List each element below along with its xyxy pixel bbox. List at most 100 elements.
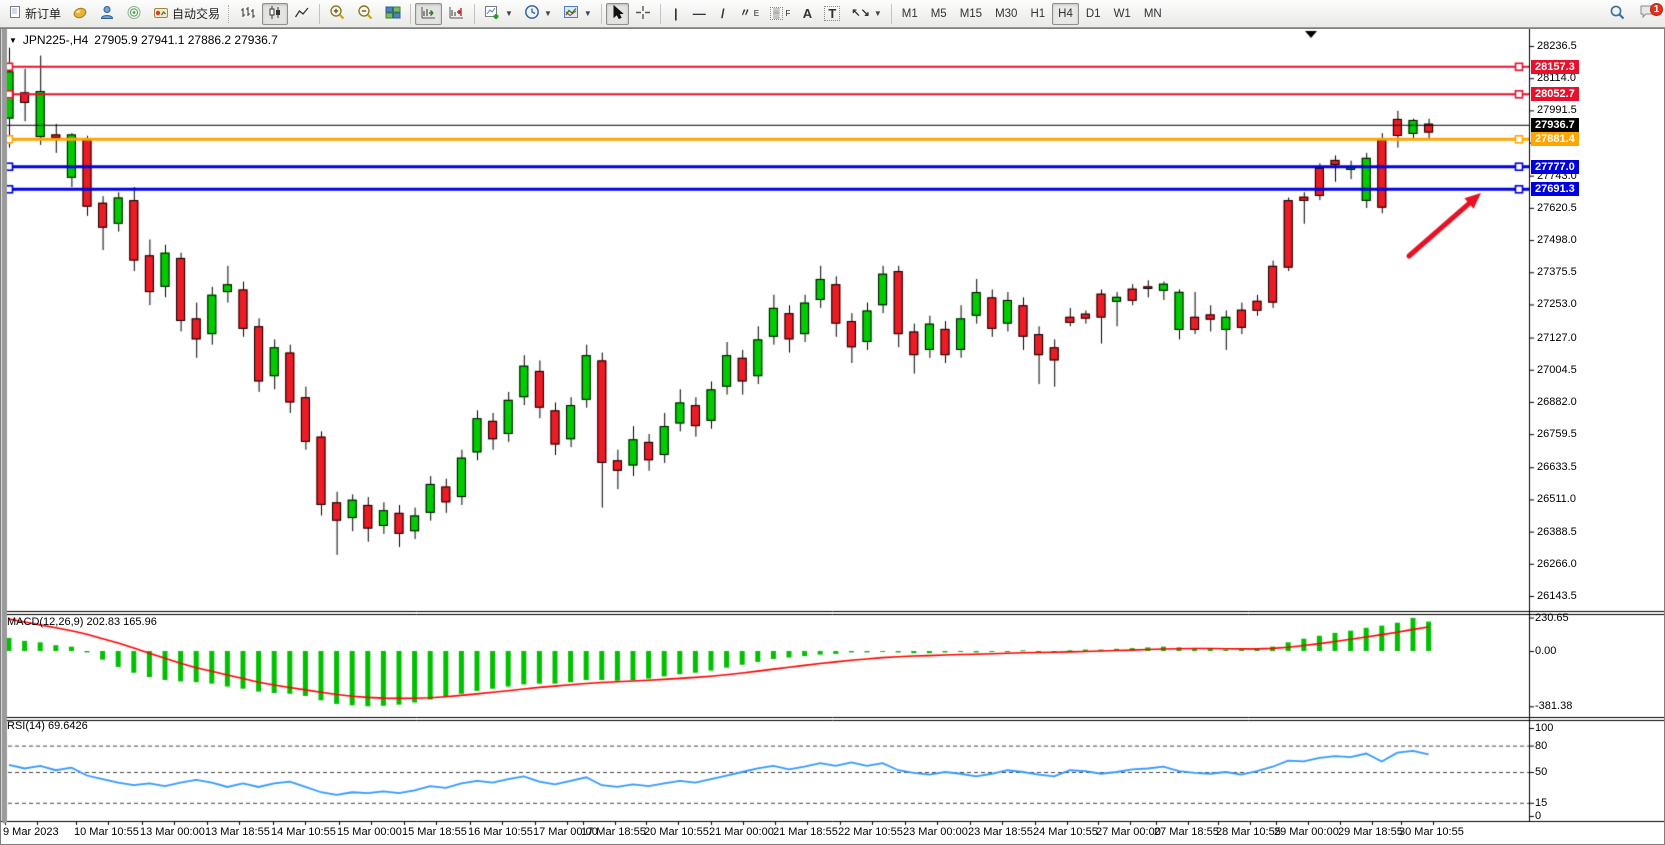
community-person-icon bbox=[99, 5, 115, 23]
time-axis-label: 15 Mar 00:00 bbox=[337, 826, 402, 838]
time-axis-label: 24 Mar 10:55 bbox=[1033, 826, 1098, 838]
new-order-button[interactable]: 新订单 bbox=[4, 3, 66, 25]
chart-collapse-icon[interactable]: ▼ bbox=[9, 36, 17, 45]
macd-tick-label: 230.65 bbox=[1535, 612, 1569, 624]
timeframe-m15-button[interactable]: M15 bbox=[954, 3, 988, 25]
time-axis-label: 13 Mar 18:55 bbox=[205, 826, 270, 838]
price-tick-label: 27620.5 bbox=[1537, 202, 1577, 214]
timeframe-m1-button[interactable]: M1 bbox=[896, 3, 924, 25]
fibonacci-icon: ▒ bbox=[770, 7, 782, 20]
zoom-out-icon bbox=[357, 4, 374, 23]
price-level-badge[interactable]: 27777.0 bbox=[1531, 160, 1579, 174]
chart-canvas[interactable] bbox=[1, 29, 1664, 844]
price-tick-label: 26143.5 bbox=[1537, 590, 1577, 602]
zoom-out-button[interactable] bbox=[352, 3, 379, 25]
time-axis-label: 29 Mar 00:00 bbox=[1274, 826, 1339, 838]
time-axis-label: 30 Mar 10:55 bbox=[1399, 826, 1464, 838]
time-axis-label: 22 Mar 10:55 bbox=[838, 826, 903, 838]
chevron-down-icon: ▼ bbox=[874, 9, 882, 18]
chevron-down-icon: ▼ bbox=[505, 9, 513, 18]
time-axis-label: 15 Mar 18:55 bbox=[402, 826, 467, 838]
horizontal-line-tool-button[interactable]: — bbox=[688, 3, 711, 25]
timeframe-buttons: M1M5M15M30H1H4D1W1MN bbox=[896, 3, 1168, 25]
time-axis-label: 28 Mar 10:55 bbox=[1216, 826, 1281, 838]
vertical-line-tool-button[interactable]: | bbox=[665, 3, 687, 25]
periods-clock-icon bbox=[524, 4, 540, 23]
timeframe-mn-button[interactable]: MN bbox=[1138, 3, 1168, 25]
timeframe-m30-button[interactable]: M30 bbox=[989, 3, 1023, 25]
time-axis-label: 20 Mar 10:55 bbox=[644, 826, 709, 838]
add-indicator-button[interactable]: ▼ bbox=[479, 3, 518, 25]
chart-ohlc-readout: 27905.9 27941.1 27886.2 27936.7 bbox=[94, 33, 278, 47]
price-tick-label: 26266.0 bbox=[1537, 558, 1577, 570]
price-level-badge[interactable]: 27881.4 bbox=[1531, 132, 1579, 146]
gold-seal-button[interactable] bbox=[67, 3, 93, 25]
text-icon: A bbox=[803, 7, 812, 20]
tile-windows-button[interactable] bbox=[380, 3, 406, 25]
price-level-badge[interactable]: 27691.3 bbox=[1531, 182, 1579, 196]
trendline-tool-button[interactable]: / bbox=[712, 3, 734, 25]
price-tick-label: 27253.0 bbox=[1537, 298, 1577, 310]
rsi-tick-label: 50 bbox=[1535, 766, 1547, 778]
timeframe-d1-button[interactable]: D1 bbox=[1080, 3, 1107, 25]
cursor-tool-button[interactable] bbox=[606, 3, 629, 25]
timeframe-m5-button[interactable]: M5 bbox=[925, 3, 953, 25]
timeframe-w1-button[interactable]: W1 bbox=[1108, 3, 1137, 25]
price-tick-label: 26633.5 bbox=[1537, 461, 1577, 473]
arrows-icon: ↖↘ bbox=[851, 8, 869, 19]
fibonacci-tool-button[interactable]: ▒F bbox=[765, 3, 795, 25]
main-toolbar: 新订单 自动交易 ▼ ▼ bbox=[0, 0, 1665, 28]
time-axis-label: 16 Mar 10:55 bbox=[468, 826, 533, 838]
line-chart-button[interactable] bbox=[289, 3, 315, 25]
autotrade-button[interactable]: 自动交易 bbox=[148, 3, 225, 25]
rsi-tick-label: 15 bbox=[1535, 797, 1547, 809]
rsi-tick-label: 100 bbox=[1535, 722, 1553, 734]
templates-button[interactable]: ▼ bbox=[558, 3, 597, 25]
arrows-tool-button[interactable]: ↖↘ ▼ bbox=[846, 3, 886, 25]
time-axis-label: 9 Mar 2023 bbox=[3, 826, 59, 838]
horizontal-line-icon: — bbox=[693, 7, 706, 20]
periods-button[interactable]: ▼ bbox=[519, 3, 557, 25]
bar-chart-button[interactable] bbox=[235, 3, 261, 25]
vertical-line-icon: | bbox=[674, 7, 678, 20]
price-level-badge[interactable]: 28052.7 bbox=[1531, 87, 1579, 101]
text-tool-button[interactable]: A bbox=[796, 3, 818, 25]
crosshair-tool-button[interactable] bbox=[630, 3, 656, 25]
signal-button[interactable] bbox=[121, 3, 147, 25]
time-axis-label: 13 Mar 00:00 bbox=[140, 826, 205, 838]
rsi-tick-label: 80 bbox=[1535, 740, 1547, 752]
time-axis-label: 17 Mar 18:55 bbox=[581, 826, 646, 838]
auto-scroll-button[interactable] bbox=[415, 3, 442, 25]
price-level-badge[interactable]: 28157.3 bbox=[1531, 60, 1579, 74]
channel-tool-button[interactable]: 〃E bbox=[735, 3, 764, 25]
price-tick-label: 26511.0 bbox=[1537, 493, 1576, 505]
label-icon: T bbox=[824, 6, 840, 21]
bar-chart-icon bbox=[240, 5, 256, 23]
timeframe-h1-button[interactable]: H1 bbox=[1024, 3, 1051, 25]
community-button[interactable] bbox=[94, 3, 120, 25]
chart-window: ▼ JPN225-,H4 27905.9 27941.1 27886.2 279… bbox=[0, 28, 1665, 845]
chart-shift-icon bbox=[448, 5, 465, 23]
label-tool-button[interactable]: T bbox=[819, 3, 845, 25]
search-button[interactable] bbox=[1604, 3, 1631, 25]
time-axis-label: 27 Mar 00:00 bbox=[1096, 826, 1161, 838]
rsi-tick-label: 0 bbox=[1535, 810, 1541, 822]
add-indicator-icon bbox=[484, 4, 501, 23]
autotrade-icon bbox=[153, 5, 169, 23]
new-order-label: 新订单 bbox=[25, 5, 61, 22]
templates-icon bbox=[563, 4, 580, 23]
channel-icon-sub: E bbox=[754, 9, 759, 18]
crosshair-icon bbox=[635, 5, 651, 23]
candlestick-chart-button[interactable] bbox=[262, 3, 288, 25]
zoom-in-button[interactable] bbox=[324, 3, 351, 25]
toolbar-separator bbox=[410, 4, 411, 24]
chat-button[interactable]: 1 bbox=[1635, 3, 1661, 25]
toolbar-separator bbox=[474, 4, 475, 24]
notification-badge: 1 bbox=[1650, 3, 1663, 16]
chart-shift-button[interactable] bbox=[443, 3, 470, 25]
time-axis-label: 23 Mar 00:00 bbox=[903, 826, 968, 838]
bid-price-badge: 27936.7 bbox=[1531, 118, 1579, 132]
line-chart-icon bbox=[294, 5, 310, 23]
timeframe-h4-button[interactable]: H4 bbox=[1052, 3, 1079, 25]
time-axis-label: 23 Mar 18:55 bbox=[968, 826, 1033, 838]
